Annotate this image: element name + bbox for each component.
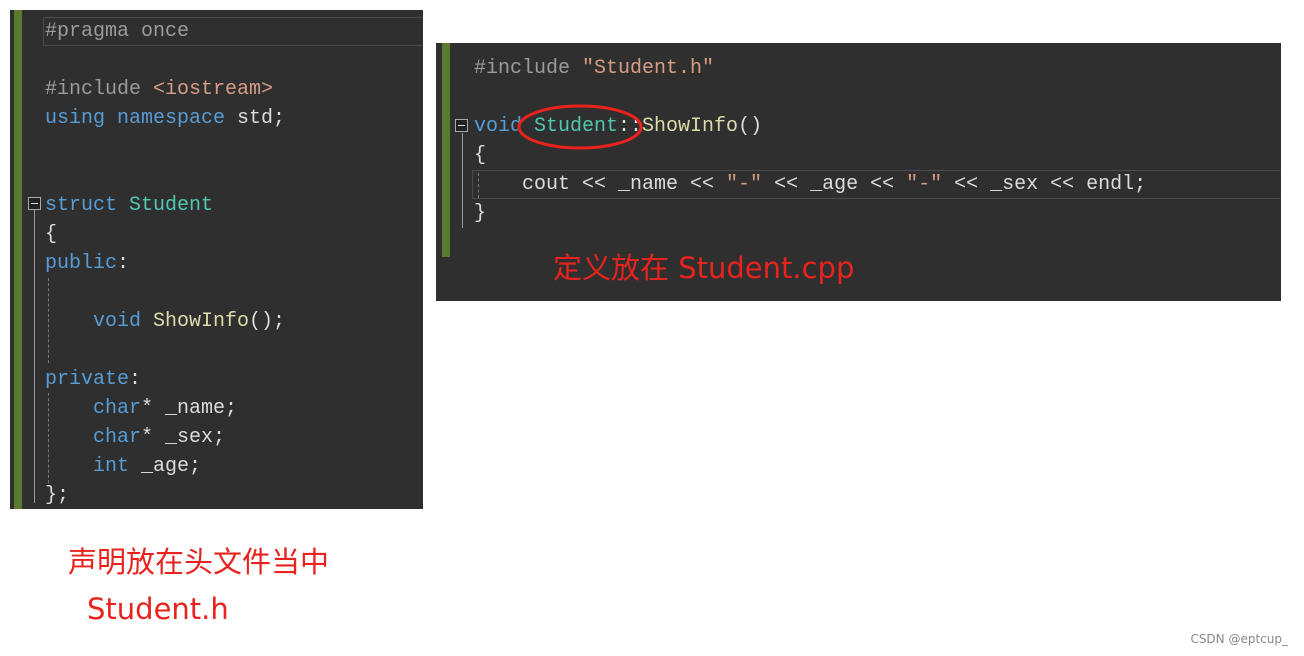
code-token: ShowInfo — [153, 310, 250, 333]
code-token: #include — [45, 78, 154, 101]
code-token: * _sex; — [141, 426, 226, 449]
code-line: using namespace std; — [45, 104, 285, 133]
code-line: char* _sex; — [45, 423, 285, 452]
code-line: }; — [45, 481, 285, 509]
code-token: void — [45, 310, 154, 333]
fold-guide — [34, 210, 35, 503]
code-token: std; — [237, 107, 286, 130]
code-line: { — [45, 220, 285, 249]
header-caption-line2: Student.h — [87, 592, 229, 626]
code-token: <iostream> — [153, 78, 274, 101]
collapse-icon[interactable] — [28, 197, 41, 210]
code-token: char — [45, 397, 142, 420]
code-line: int _age; — [45, 452, 285, 481]
code-token: Student — [129, 194, 214, 217]
code-area[interactable]: #pragma once #include <iostream> using na… — [45, 17, 285, 509]
code-line: public: — [45, 249, 285, 278]
code-line: struct Student — [45, 191, 285, 220]
code-line: #include <iostream> — [45, 75, 285, 104]
code-token: int — [45, 455, 130, 478]
code-token: { — [45, 223, 58, 246]
code-token: #pragma once — [45, 20, 190, 43]
source-caption: 定义放在 Student.cpp — [553, 251, 855, 285]
code-token: struct — [45, 194, 130, 217]
code-token: : — [117, 252, 130, 275]
header-file-editor: #pragma once #include <iostream> using na… — [10, 10, 423, 509]
code-line: private: — [45, 365, 285, 394]
code-line: void ShowInfo(); — [45, 307, 285, 336]
code-token: namespace — [117, 107, 238, 130]
source-file-editor: #include "Student.h" void Student::ShowI… — [436, 43, 1281, 301]
code-token: char — [45, 426, 142, 449]
code-token: : — [129, 368, 142, 391]
change-bar — [14, 10, 22, 509]
header-caption-line1: 声明放在头文件当中 — [68, 545, 330, 579]
code-token: * _name; — [141, 397, 238, 420]
code-line: char* _name; — [45, 394, 285, 423]
code-token: _age; — [129, 455, 202, 478]
code-token: public — [45, 252, 118, 275]
code-line: #pragma once — [45, 17, 285, 46]
watermark: CSDN @eptcup_ — [1190, 632, 1288, 646]
code-token: }; — [45, 484, 70, 507]
code-token: using — [45, 107, 118, 130]
code-token: private — [45, 368, 130, 391]
code-token: (); — [249, 310, 286, 333]
